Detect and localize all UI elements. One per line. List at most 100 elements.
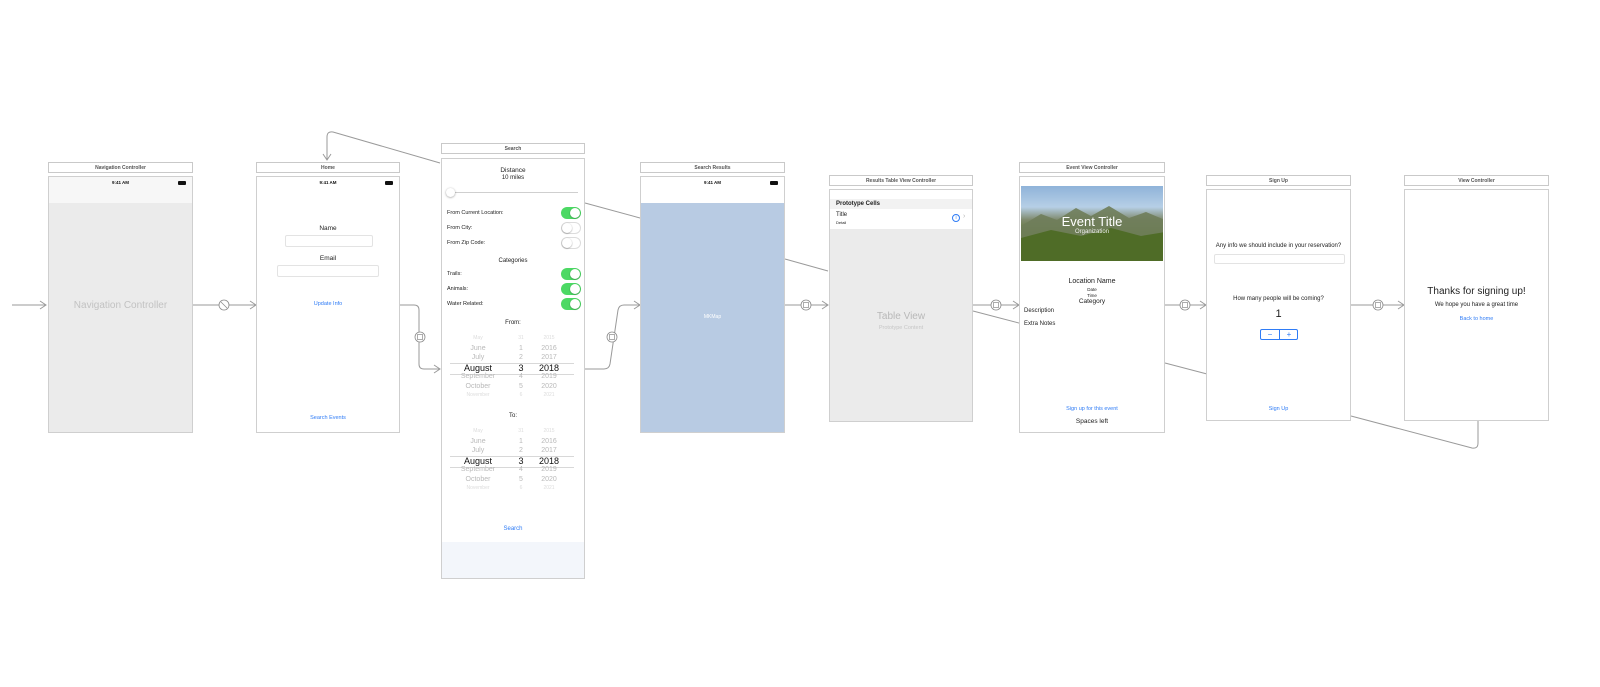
back-to-home-button[interactable]: Back to home (1405, 316, 1548, 322)
scene-title-event-view[interactable]: Event View Controller (1019, 162, 1165, 173)
from-date-picker[interactable]: May June July August September October Novembe… (450, 335, 574, 399)
reservation-info-field[interactable] (1214, 254, 1345, 264)
picker-item-year[interactable]: 2016 (534, 345, 564, 352)
email-field[interactable] (277, 265, 379, 277)
battery-icon (178, 181, 186, 185)
picker-item-day[interactable]: 3 (514, 456, 528, 466)
stepper-minus-button[interactable]: − (1261, 330, 1280, 339)
scene-title-results-table[interactable]: Results Table View Controller (829, 175, 973, 186)
picker-item-month[interactable]: August (450, 456, 506, 466)
segue-icon (218, 299, 230, 311)
picker-item-day[interactable]: 6 (514, 485, 528, 491)
scene-title-search-results[interactable]: Search Results (640, 162, 785, 173)
picker-item-day[interactable]: 6 (514, 392, 528, 398)
toggle-label: From City: (447, 225, 473, 231)
picker-item-month[interactable]: November (450, 485, 506, 491)
cell-detail: Detail (836, 220, 847, 225)
segue-icon (414, 331, 426, 343)
picker-item-year[interactable]: 2016 (534, 438, 564, 445)
distance-value: 10 miles (501, 175, 525, 181)
animals-toggle[interactable] (561, 283, 581, 295)
picker-item-month[interactable]: June (450, 438, 506, 445)
scene-title-home[interactable]: Home (256, 162, 400, 173)
reservation-question: Any info we should include in your reser… (1215, 243, 1342, 249)
scene-title-navigation-controller[interactable]: Navigation Controller (48, 162, 193, 173)
scene-title-sign-up[interactable]: Sign Up (1206, 175, 1351, 186)
picker-item-year[interactable]: 2019 (534, 466, 564, 473)
picker-item-year[interactable]: 2019 (534, 373, 564, 380)
sign-up-for-event-button[interactable]: Sign up for this event (1020, 406, 1164, 412)
picker-item-year[interactable]: 2021 (534, 485, 564, 491)
picker-item-month[interactable]: May (450, 428, 506, 434)
picker-item-day[interactable]: 4 (514, 466, 528, 473)
picker-item-year[interactable]: 2021 (534, 392, 564, 398)
picker-item-year[interactable]: 2020 (534, 476, 564, 483)
scene-sign-up[interactable]: Any info we should include in your reser… (1206, 189, 1351, 421)
picker-item-year[interactable]: 2015 (534, 428, 564, 434)
sign-up-button[interactable]: Sign Up (1207, 406, 1350, 412)
scene-navigation-controller[interactable]: 9:41 AM Navigation Controller (48, 176, 193, 433)
event-image: Event Title Organization (1021, 186, 1163, 261)
event-extra-notes: Extra Notes (1024, 321, 1056, 327)
picker-item-year[interactable]: 2017 (534, 447, 564, 454)
picker-item-day[interactable]: 31 (514, 428, 528, 434)
scene-title-view-controller[interactable]: View Controller (1404, 175, 1549, 186)
distance-slider-thumb[interactable] (446, 188, 455, 197)
scene-title-search[interactable]: Search (441, 143, 585, 154)
search-events-button[interactable]: Search Events (257, 415, 399, 421)
picker-item-year[interactable]: 2020 (534, 383, 564, 390)
scene-event-view[interactable]: Event Title Organization Location Name D… (1019, 176, 1165, 433)
scene-home[interactable]: 9:41 AM Name Email Update Info Search Ev… (256, 176, 400, 433)
info-icon[interactable]: i (952, 214, 960, 222)
thanks-heading: Thanks for signing up! (1427, 286, 1526, 297)
picker-item-day[interactable]: 1 (514, 345, 528, 352)
picker-item-day[interactable]: 3 (514, 363, 528, 373)
map-view[interactable]: MKMap (641, 203, 784, 432)
name-field[interactable] (285, 235, 373, 247)
picker-item-month[interactable]: August (450, 363, 506, 373)
picker-item-month[interactable]: October (450, 476, 506, 483)
picker-item-month[interactable]: November (450, 392, 506, 398)
picker-item-year[interactable]: 2018 (534, 363, 564, 373)
picker-item-day[interactable]: 2 (514, 354, 528, 361)
people-count-stepper[interactable]: − + (1260, 329, 1298, 340)
picker-item-year[interactable]: 2018 (534, 456, 564, 466)
status-time: 9:41 AM (703, 180, 722, 185)
picker-item-day[interactable]: 5 (514, 383, 528, 390)
to-label: To: (508, 413, 517, 419)
organization-label: Organization (1074, 229, 1110, 235)
event-description: Description (1024, 308, 1055, 314)
picker-item-month[interactable]: September (450, 466, 506, 473)
picker-item-month[interactable]: June (450, 345, 506, 352)
stepper-plus-button[interactable]: + (1280, 330, 1298, 339)
chevron-right-icon: › (963, 213, 966, 220)
distance-slider-track[interactable] (450, 192, 578, 193)
picker-item-day[interactable]: 1 (514, 438, 528, 445)
picker-item-month[interactable]: October (450, 383, 506, 390)
picker-item-day[interactable]: 4 (514, 373, 528, 380)
scene-search[interactable]: Distance 10 miles From Current Location:… (441, 158, 585, 579)
to-date-picker[interactable]: May June July August September October Novembe… (450, 428, 574, 492)
picker-item-day[interactable]: 2 (514, 447, 528, 454)
scene-results-table[interactable]: Prototype Cells Title Detail i › Table V… (829, 189, 973, 422)
picker-item-month[interactable]: September (450, 373, 506, 380)
picker-item-day[interactable]: 31 (514, 335, 528, 341)
picker-item-month[interactable]: July (450, 447, 506, 454)
picker-item-year[interactable]: 2015 (534, 335, 564, 341)
picker-item-year[interactable]: 2017 (534, 354, 564, 361)
from-city-toggle[interactable] (561, 222, 581, 234)
update-info-button[interactable]: Update Info (257, 301, 399, 307)
email-label: Email (319, 255, 337, 262)
from-label: From: (505, 320, 521, 326)
search-button[interactable]: Search (442, 526, 584, 532)
picker-item-month[interactable]: May (450, 335, 506, 341)
trails-toggle[interactable] (561, 268, 581, 280)
picker-item-month[interactable]: July (450, 354, 506, 361)
picker-item-day[interactable]: 5 (514, 476, 528, 483)
from-current-location-toggle[interactable] (561, 207, 581, 219)
scene-search-results[interactable]: 9:41 AM MKMap (640, 176, 785, 433)
water-related-toggle[interactable] (561, 298, 581, 310)
scene-view-controller[interactable]: Thanks for signing up! We hope you have … (1404, 189, 1549, 421)
event-category: Category (1078, 298, 1106, 305)
from-zip-code-toggle[interactable] (561, 237, 581, 249)
